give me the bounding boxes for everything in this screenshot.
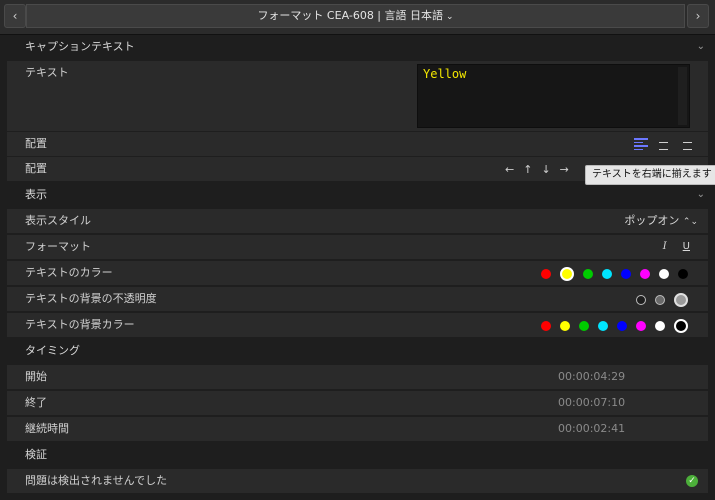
chevron-down-icon: ⌄	[446, 12, 454, 22]
verify-status-row: 問題は検出されませんでした ✓	[7, 469, 708, 493]
arrow-left-icon[interactable]: ←	[505, 163, 514, 176]
align-center-icon[interactable]	[656, 138, 670, 150]
start-row: 開始 00:00:04:29	[7, 365, 708, 389]
display-style-popup[interactable]: ポップオン ⌃⌄	[624, 209, 698, 234]
underline-button[interactable]: U	[683, 235, 690, 259]
placement-label: 配置	[25, 162, 47, 175]
arrow-up-icon[interactable]: ↑	[523, 163, 532, 176]
text-color-label: テキストのカラー	[25, 266, 113, 279]
bg-color-swatch[interactable]	[636, 321, 646, 331]
arrow-down-icon[interactable]: ↓	[541, 163, 550, 176]
bg-color-swatch[interactable]	[617, 321, 627, 331]
duration-label: 継続時間	[25, 422, 69, 435]
text-color-swatch[interactable]	[659, 269, 669, 279]
section-title: 表示	[25, 188, 47, 201]
bg-color-row: テキストの背景カラー	[7, 313, 708, 337]
display-style-value: ポップオン	[624, 214, 680, 227]
section-timing: タイミング	[0, 339, 715, 363]
italic-button[interactable]: I	[663, 235, 667, 259]
check-circle-icon: ✓	[686, 475, 698, 487]
chevron-left-icon[interactable]: ‹	[4, 4, 26, 28]
section-caption-text[interactable]: キャプションテキスト ⌄	[0, 35, 715, 59]
align-left-icon[interactable]	[634, 138, 648, 150]
end-row: 終了 00:00:07:10	[7, 391, 708, 415]
section-title: 検証	[25, 448, 47, 461]
duration-row: 継続時間 00:00:02:41	[7, 417, 708, 441]
bg-color-swatch[interactable]	[655, 321, 665, 331]
bg-color-swatches	[541, 319, 688, 333]
bg-opacity-swatch[interactable]	[655, 295, 665, 305]
text-color-row: テキストのカラー	[7, 261, 708, 285]
text-color-swatch[interactable]	[640, 269, 650, 279]
align-right-icon[interactable]	[678, 138, 692, 150]
section-title: タイミング	[25, 344, 80, 357]
placement-arrows: ← ↑ ↓ →	[505, 157, 569, 181]
text-color-swatch[interactable]	[602, 269, 612, 279]
section-title: キャプションテキスト	[25, 40, 135, 53]
text-scrollbar[interactable]	[678, 67, 687, 125]
tooltip: テキストを右端に揃えます	[585, 165, 715, 185]
display-style-label: 表示スタイル	[25, 214, 91, 227]
bg-color-swatch[interactable]	[598, 321, 608, 331]
end-label: 終了	[25, 396, 47, 409]
arrow-right-icon[interactable]: →	[560, 163, 569, 176]
bg-color-swatch[interactable]	[579, 321, 589, 331]
caption-text-value[interactable]: Yellow	[423, 67, 466, 81]
inspector-header: ‹ フォーマット CEA-608 | 言語 日本語 ⌄ ›	[0, 0, 715, 35]
caption-text-field[interactable]: Yellow	[417, 64, 690, 128]
start-timecode[interactable]: 00:00:04:29	[558, 365, 625, 389]
text-color-swatch[interactable]	[583, 269, 593, 279]
bg-color-swatch[interactable]	[674, 319, 688, 333]
format-row: フォーマット I U	[7, 235, 708, 259]
format-label: フォーマット	[25, 240, 91, 253]
text-color-swatch[interactable]	[678, 269, 688, 279]
chevron-down-icon[interactable]: ⌄	[697, 183, 705, 207]
text-color-swatches	[541, 267, 688, 281]
alignment-buttons	[634, 138, 692, 150]
chevron-right-icon[interactable]: ›	[687, 4, 709, 28]
alignment-label: 配置	[25, 137, 47, 150]
verify-status-text: 問題は検出されませんでした	[25, 474, 168, 487]
text-row: テキスト Yellow	[7, 61, 708, 131]
section-display[interactable]: 表示 ⌄	[0, 183, 715, 207]
bg-color-swatch[interactable]	[541, 321, 551, 331]
text-color-swatch[interactable]	[541, 269, 551, 279]
format-language-label: フォーマット CEA-608 | 言語 日本語	[257, 9, 444, 22]
start-label: 開始	[25, 370, 47, 383]
bg-color-swatch[interactable]	[560, 321, 570, 331]
alignment-row: 配置	[7, 132, 708, 156]
bg-opacity-swatch[interactable]	[636, 295, 646, 305]
display-style-row: 表示スタイル ポップオン ⌃⌄	[7, 209, 708, 233]
section-verify: 検証	[0, 443, 715, 467]
text-color-swatch[interactable]	[621, 269, 631, 279]
bg-color-label: テキストの背景カラー	[25, 318, 135, 331]
bg-opacity-label: テキストの背景の不透明度	[25, 292, 157, 305]
format-buttons: I U	[663, 235, 690, 259]
text-color-swatch[interactable]	[560, 267, 574, 281]
format-language-popup[interactable]: フォーマット CEA-608 | 言語 日本語 ⌄	[26, 4, 685, 28]
bg-opacity-row: テキストの背景の不透明度	[7, 287, 708, 311]
chevron-updown-icon: ⌃⌄	[682, 217, 698, 227]
duration-timecode[interactable]: 00:00:02:41	[558, 417, 625, 441]
chevron-down-icon[interactable]: ⌄	[697, 35, 705, 59]
end-timecode[interactable]: 00:00:07:10	[558, 391, 625, 415]
text-label: テキスト	[25, 66, 69, 79]
bg-opacity-swatch[interactable]	[674, 293, 688, 307]
bg-opacity-options	[636, 293, 688, 307]
